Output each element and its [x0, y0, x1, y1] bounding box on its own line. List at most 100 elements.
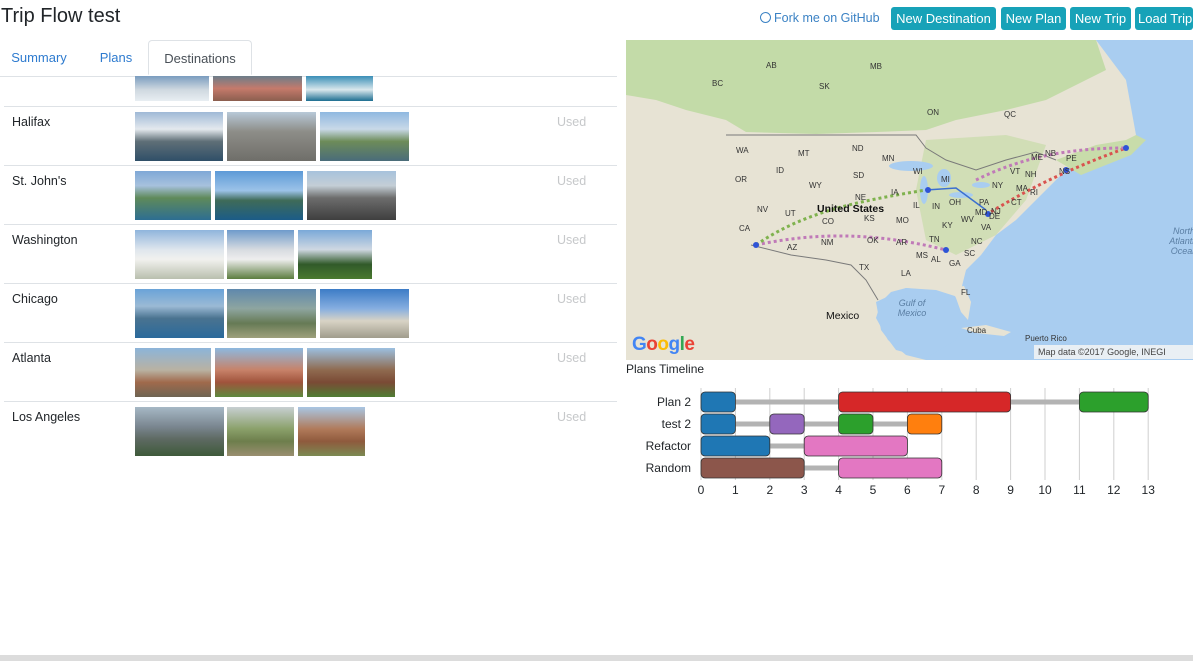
map-label: VT — [1010, 167, 1021, 176]
map-label: NC — [971, 237, 983, 246]
photo[interactable] — [227, 112, 316, 161]
map-label: NS — [1059, 167, 1071, 176]
map-label-cuba: Cuba — [967, 326, 987, 335]
timeline-bar — [1078, 391, 1149, 413]
map-attribution[interactable]: Map data ©2017 Google, INEGI — [1034, 345, 1193, 359]
github-link[interactable]: Fork me on GitHub — [760, 11, 880, 25]
photo[interactable] — [135, 230, 224, 279]
new-trip-button[interactable]: New Trip — [1070, 7, 1131, 30]
status-label: Used — [557, 410, 587, 424]
google-logo: Google — [632, 334, 695, 355]
tick-label: 1 — [732, 483, 739, 497]
status-label: Used — [557, 292, 587, 306]
destination-row: Los Angeles Used — [4, 401, 617, 460]
map-label: CO — [822, 217, 834, 226]
photo[interactable] — [227, 407, 294, 456]
map-label: OH — [949, 198, 961, 207]
map-label: VA — [981, 223, 992, 232]
trip-map[interactable]: BC AB SK MB ON QC WA MT ND MN WI MI OR I… — [626, 40, 1193, 360]
map-label: KY — [942, 221, 953, 230]
photo[interactable] — [135, 407, 224, 456]
plans-timeline-chart: Plan 2test 2RefactorRandom0 1 2 3 4 5 6 7 8 9 10 11… — [646, 388, 1155, 497]
photo[interactable] — [135, 76, 209, 101]
photo[interactable] — [135, 289, 224, 338]
map-label: BC — [712, 79, 724, 88]
timeline-bar — [700, 435, 771, 457]
map-label: MO — [896, 216, 909, 225]
photo[interactable] — [135, 348, 211, 397]
photo[interactable] — [215, 348, 303, 397]
map-label: LA — [901, 269, 911, 278]
tick-label: 4 — [835, 483, 842, 497]
new-destination-button[interactable]: New Destination — [891, 7, 996, 30]
map-label: WV — [961, 215, 974, 224]
new-plan-button[interactable]: New Plan — [1001, 7, 1066, 30]
destination-name: Atlanta — [12, 351, 51, 365]
status-label: Used — [557, 351, 587, 365]
map-label: PA — [979, 198, 990, 207]
tick-label: 8 — [973, 483, 980, 497]
map-label: TN — [929, 235, 940, 244]
map-label: MA — [1016, 184, 1028, 193]
photo[interactable] — [135, 171, 211, 220]
photo[interactable] — [320, 289, 409, 338]
photo[interactable] — [307, 348, 395, 397]
map-label: UT — [785, 209, 796, 218]
map-label: MI — [941, 175, 950, 184]
timeline-bar — [838, 457, 943, 479]
map-label: MD — [975, 208, 988, 217]
destination-name: Washington — [12, 233, 78, 247]
map-label: NY — [992, 181, 1004, 190]
photo[interactable] — [306, 76, 373, 101]
map-label: MT — [798, 149, 810, 158]
timeline-bar — [700, 413, 736, 435]
ocean-label: North Atlantic Ocean — [1169, 226, 1193, 256]
map-label: ID — [776, 166, 784, 175]
timeline-bar — [906, 413, 943, 435]
map-label: IA — [891, 188, 899, 197]
map-label: CT — [1011, 198, 1022, 207]
status-label: Used — [557, 174, 587, 188]
map-label: ND — [852, 144, 864, 153]
map-label: NM — [821, 238, 834, 247]
timeline-row-label: Random — [646, 461, 691, 475]
photo[interactable] — [298, 230, 372, 279]
tick-label: 7 — [938, 483, 945, 497]
photo[interactable] — [307, 171, 396, 220]
destination-row: Atlanta Used — [4, 342, 617, 401]
destination-marker — [753, 242, 759, 248]
tick-label: 3 — [801, 483, 808, 497]
horizontal-scrollbar[interactable] — [0, 655, 1193, 661]
photo[interactable] — [298, 407, 365, 456]
destination-name: Chicago — [12, 292, 58, 306]
country-label-us: United States — [817, 203, 885, 215]
map-label: WI — [913, 167, 923, 176]
timeline-bar — [700, 391, 736, 413]
destination-row: Chicago Used — [4, 283, 617, 342]
photo[interactable] — [227, 289, 316, 338]
map-label: QC — [1004, 110, 1016, 119]
map-label: MB — [870, 62, 882, 71]
github-link-label: Fork me on GitHub — [774, 11, 880, 25]
app-title: Trip Flow test — [1, 5, 121, 27]
map-label: MN — [882, 154, 895, 163]
destination-row: Halifax Used — [4, 106, 617, 165]
tab-plans[interactable]: Plans — [84, 40, 148, 75]
lake-superior — [889, 161, 933, 171]
load-trip-button[interactable]: Load Trip — [1135, 7, 1193, 30]
destination-marker — [943, 247, 949, 253]
map-label: IL — [913, 201, 920, 210]
photo[interactable] — [213, 76, 302, 101]
photo[interactable] — [227, 230, 294, 279]
tab-destinations[interactable]: Destinations — [148, 40, 252, 75]
photo[interactable] — [135, 112, 223, 161]
map-label: OR — [735, 175, 747, 184]
photo[interactable] — [215, 171, 303, 220]
status-label: Used — [557, 233, 587, 247]
destination-name: Halifax — [12, 115, 51, 129]
tick-label: 0 — [698, 483, 705, 497]
destination-name: Los Angeles — [12, 410, 81, 424]
timeline-row-label: test 2 — [662, 417, 692, 431]
photo[interactable] — [320, 112, 409, 161]
tab-summary[interactable]: Summary — [0, 40, 78, 75]
